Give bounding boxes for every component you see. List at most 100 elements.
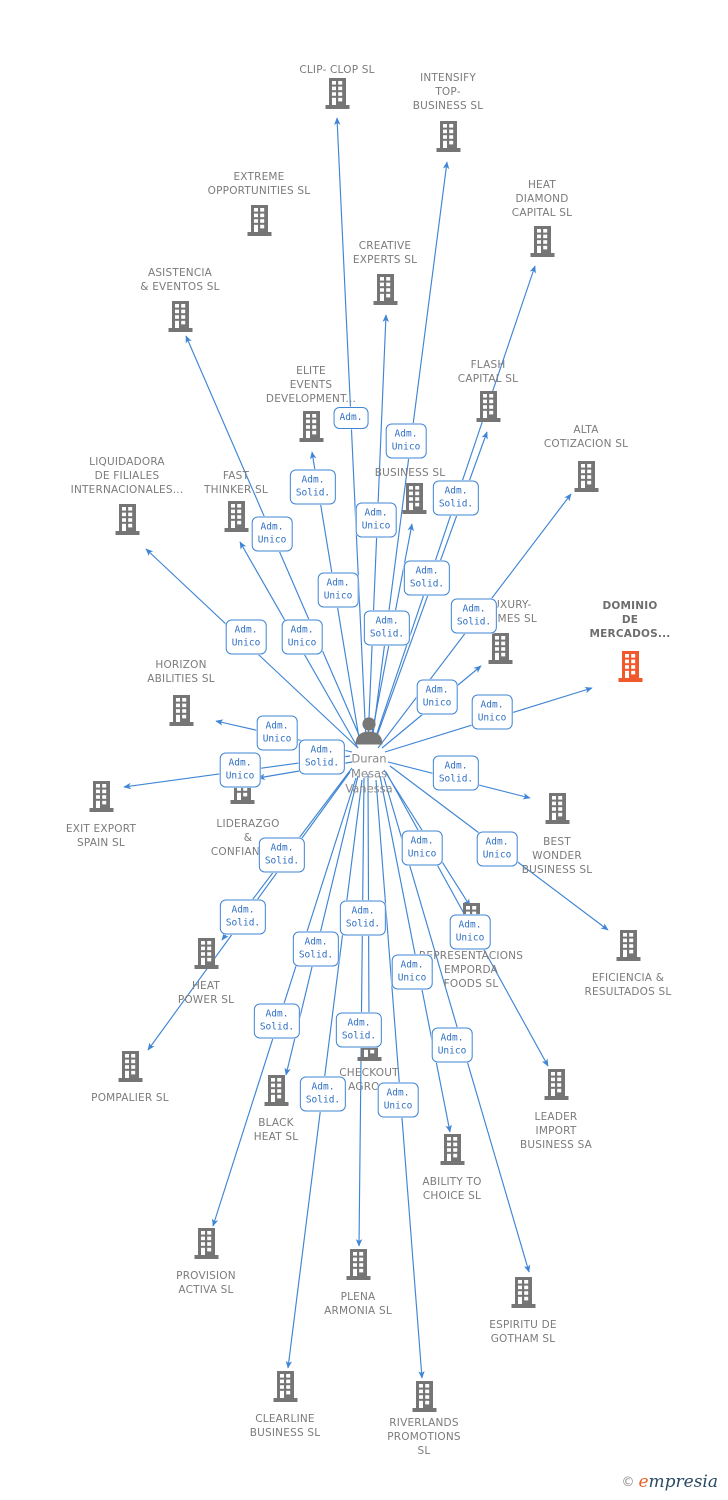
company-name-text: DOMINIO DE MERCADOS... [589,600,671,640]
company-label-intensify-top-business[interactable]: INTENSIFY TOP- BUSINESS SL [383,71,513,113]
edge-role-label[interactable]: Adm. Unico [476,831,518,867]
company-node-creative-experts[interactable] [320,271,450,311]
edge-role-label[interactable]: Adm. Unico [401,830,443,866]
company-label-fast-thinker[interactable]: FAST THINKER SL [171,469,301,497]
edge-role-label[interactable]: Adm. Unico [219,752,261,788]
company-node-flash-capital[interactable] [423,388,553,428]
company-name-text: ESPIRITU DE GOTHAM SL [489,1319,557,1345]
company-label-plena-armonia[interactable]: PLENA ARMONIA SL [293,1290,423,1318]
company-node-ability-to-choice[interactable] [387,1131,517,1171]
company-label-pompalier[interactable]: POMPALIER SL [65,1091,195,1105]
company-label-horizon-abilities[interactable]: HORIZON ABILITIES SL [116,658,246,686]
company-node-horizon-abilities[interactable] [116,692,246,732]
company-label-clearline-business[interactable]: CLEARLINE BUSINESS SL [220,1412,350,1440]
edge-role-label[interactable]: Adm. [333,407,369,429]
center-person-name: Duran Mesas Vanessa [345,751,393,796]
edge-role-label[interactable]: Adm. Unico [225,619,267,655]
edge-role-label[interactable]: Adm. Unico [449,914,491,950]
company-node-eficiencia-resultados[interactable] [563,927,693,967]
edge-role-label[interactable]: Adm. Solid. [289,469,337,505]
company-label-extreme-opportunities[interactable]: EXTREME OPPORTUNITIES SL [194,170,324,198]
edge-role-label[interactable]: Adm. Unico [471,694,513,730]
edge-role-label[interactable]: Adm. Solid. [339,900,387,936]
brand-rest: mpresia [648,1472,719,1492]
company-label-provision-activa[interactable]: PROVISION ACTIVA SL [141,1269,271,1297]
company-node-luxury-homes[interactable] [435,630,565,670]
company-node-best-wonder-business[interactable] [492,790,622,830]
edge-role-label[interactable]: Adm. Unico [251,516,293,552]
edge-role-label[interactable]: Adm. Unico [377,1082,419,1118]
edge-role-label[interactable]: Adm. Unico [431,1027,473,1063]
building-icon [411,1380,438,1418]
edge-role-label[interactable]: Adm. Solid. [219,899,267,935]
watermark: © empresia [621,1472,718,1492]
company-label-dominio-de-mercados[interactable]: DOMINIO DE MERCADOS... [565,599,695,641]
company-node-extreme-opportunities[interactable] [194,202,324,242]
company-label-flash-capital[interactable]: FLASH CAPITAL SL [423,358,553,386]
edge-role-label[interactable]: Adm. Solid. [432,755,480,791]
company-node-alta-cotizacion[interactable] [521,458,651,498]
company-node-dominio-de-mercados[interactable] [565,648,695,688]
company-node-plena-armonia[interactable] [293,1246,423,1286]
company-node-heat-diamond-capital[interactable] [477,223,607,263]
building-icon [510,1276,537,1314]
edge-role-label[interactable]: Adm. Solid. [432,480,480,516]
company-name-text: REPRESENTACIONS EMPORDA FOODS SL [418,950,524,990]
company-node-espiritu-de-gotham[interactable] [458,1274,588,1314]
building-icon [263,1074,290,1112]
company-node-clearline-business[interactable] [220,1368,350,1408]
edge-role-label[interactable]: Adm. Unico [391,954,433,990]
company-node-intensify-top-business[interactable] [383,118,513,158]
company-label-riverlands-promotions[interactable]: RIVERLANDS PROMOTIONS SL [359,1416,489,1458]
edge-role-label[interactable]: Adm. Unico [416,679,458,715]
company-label-elite-events-development[interactable]: ELITE EVENTS DEVELOPMENT... [246,364,376,406]
company-name-text: POMPALIER SL [91,1092,169,1104]
edge-role-label[interactable]: Adm. Unico [317,572,359,608]
edge-role-label[interactable]: Adm. Unico [281,619,323,655]
brand-lead-letter: e [638,1472,649,1492]
edge-role-label[interactable]: Adm. Solid. [335,1012,383,1048]
company-label-heat-power[interactable]: HEAT POWER SL [141,979,271,1007]
company-label-exit-export-spain[interactable]: EXIT EXPORT SPAIN SL [36,822,166,850]
building-icon [439,1133,466,1171]
company-node-leader-import-business[interactable] [491,1066,621,1106]
building-icon [475,390,502,428]
company-label-espiritu-de-gotham[interactable]: ESPIRITU DE GOTHAM SL [458,1318,588,1346]
company-node-exit-export-spain[interactable] [36,778,166,818]
edge-role-label[interactable]: Adm. Unico [256,715,298,751]
edge-role-label[interactable]: Adm. Solid. [292,931,340,967]
edge-role-label[interactable]: Adm. Solid. [299,1076,347,1112]
edge-role-label[interactable]: Adm. Solid. [450,598,498,634]
company-label-business-sl[interactable]: BUSINESS SL [345,466,475,480]
company-node-asistencia-eventos[interactable] [115,298,245,338]
company-name-text: BEST WONDER BUSINESS SL [521,836,593,876]
edge-role-label[interactable]: Adm. Solid. [253,1003,301,1039]
edge-role-label[interactable]: Adm. Unico [355,502,397,538]
building-icon [615,929,642,967]
company-name-text: HEAT POWER SL [177,980,235,1006]
company-node-riverlands-promotions[interactable] [359,1378,489,1418]
company-label-creative-experts[interactable]: CREATIVE EXPERTS SL [320,239,450,267]
center-person-node[interactable]: Duran Mesas Vanessa [309,714,429,797]
edge-role-label[interactable]: Adm. Unico [385,423,427,459]
company-node-provision-activa[interactable] [141,1225,271,1265]
edge-role-label[interactable]: Adm. Solid. [363,610,411,646]
building-icon [529,225,556,263]
company-name-text: FLASH CAPITAL SL [457,359,519,385]
building-icon [114,503,141,541]
company-node-heat-power[interactable] [141,935,271,975]
company-name-text: CLEARLINE BUSINESS SL [249,1413,321,1439]
edge-role-label[interactable]: Adm. Solid. [403,560,451,596]
company-node-pompalier[interactable] [65,1048,195,1088]
company-label-heat-diamond-capital[interactable]: HEAT DIAMOND CAPITAL SL [477,178,607,220]
company-label-alta-cotizacion[interactable]: ALTA COTIZACION SL [521,423,651,451]
building-icon [88,780,115,818]
company-name-text: BLACK HEAT SL [253,1117,299,1143]
edge-role-label[interactable]: Adm. Solid. [258,837,306,873]
building-icon [435,120,462,158]
company-label-black-heat[interactable]: BLACK HEAT SL [211,1116,341,1144]
copyright-symbol: © [621,1474,635,1490]
company-label-asistencia-eventos[interactable]: ASISTENCIA & EVENTOS SL [115,266,245,294]
company-label-ability-to-choice[interactable]: ABILITY TO CHOICE SL [387,1175,517,1203]
company-label-eficiencia-resultados[interactable]: EFICIENCIA & RESULTADOS SL [563,971,693,999]
